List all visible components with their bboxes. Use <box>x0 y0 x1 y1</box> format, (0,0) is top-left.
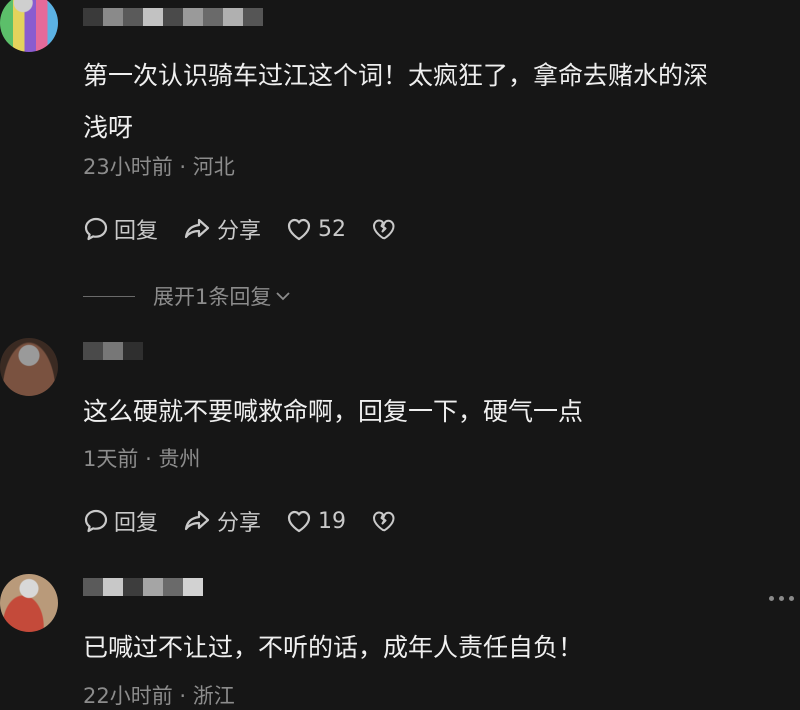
separator-dot: · <box>145 447 152 471</box>
comment-meta: 1天前 · 贵州 <box>83 443 200 473</box>
like-count: 19 <box>318 508 347 534</box>
comment-actions: 回复 分享 52 <box>83 213 420 245</box>
comment-region: 河北 <box>192 155 235 179</box>
comment-meta: 22小时前 · 浙江 <box>83 680 235 710</box>
comment-text: 已喊过不让过，不听的话，成年人责任自负！ <box>83 633 584 662</box>
dislike-button[interactable] <box>370 508 396 534</box>
share-label: 分享 <box>217 511 262 536</box>
reply-button[interactable]: 回复 <box>83 213 158 245</box>
like-button[interactable]: 19 <box>285 508 346 534</box>
broken-heart-icon <box>373 219 395 240</box>
comment-bubble-icon <box>84 509 108 533</box>
expand-replies-label: 展开1条回复 <box>153 285 272 309</box>
reply-button[interactable]: 回复 <box>83 505 158 537</box>
more-dots-icon <box>769 596 774 601</box>
share-arrow-icon <box>184 218 210 239</box>
comment-time: 22小时前 <box>83 684 173 708</box>
more-options-button[interactable] <box>769 596 794 601</box>
comment-region: 浙江 <box>192 684 235 708</box>
comment-meta: 23小时前 · 河北 <box>83 151 235 181</box>
comment-actions: 回复 分享 19 <box>83 505 420 537</box>
share-arrow-icon <box>184 510 210 531</box>
heart-icon <box>287 218 311 241</box>
like-count: 52 <box>318 216 347 242</box>
expand-replies-link[interactable]: 展开1条回复 <box>83 281 293 311</box>
separator-dot: · <box>179 684 187 708</box>
reply-label: 回复 <box>114 511 159 536</box>
comment-text: 这么硬就不要喊救命啊，回复一下，硬气一点 <box>83 397 584 426</box>
share-button[interactable]: 分享 <box>182 213 261 245</box>
dislike-button[interactable] <box>370 216 396 242</box>
reply-label: 回复 <box>114 219 159 244</box>
username-blurred[interactable] <box>83 578 203 596</box>
comment-time: 23小时前 <box>83 155 173 179</box>
share-button[interactable]: 分享 <box>182 505 261 537</box>
divider-line <box>83 295 135 297</box>
separator-dot: · <box>179 155 187 179</box>
avatar[interactable] <box>0 0 58 52</box>
username-blurred[interactable] <box>83 8 263 26</box>
comment-text: 第一次认识骑车过江这个词！太疯狂了，拿命去赌水的深 浅呀 <box>83 61 709 142</box>
heart-icon <box>287 510 311 533</box>
like-button[interactable]: 52 <box>285 216 346 242</box>
share-label: 分享 <box>217 219 262 244</box>
comment-region: 贵州 <box>158 447 201 471</box>
avatar[interactable] <box>0 574 58 632</box>
avatar[interactable] <box>0 338 58 396</box>
broken-heart-icon <box>373 511 395 532</box>
username-blurred[interactable] <box>83 342 143 360</box>
comment-bubble-icon <box>84 217 108 241</box>
comment-time: 1天前 <box>83 447 139 471</box>
chevron-down-icon <box>276 292 291 301</box>
